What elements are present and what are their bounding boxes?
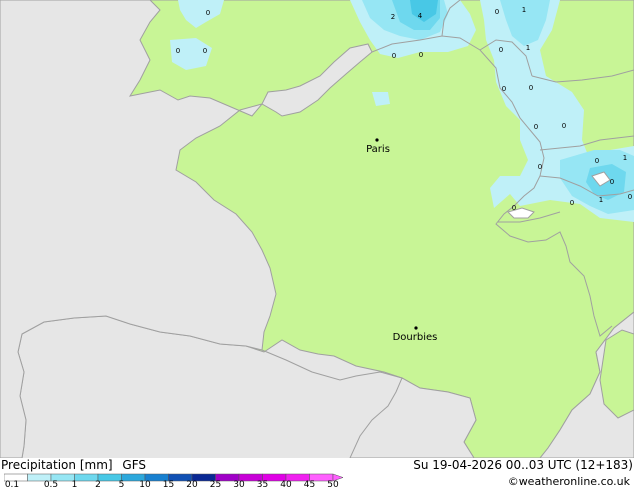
precip-value: 0 [628, 193, 632, 201]
legend-label: 0.1 [4, 480, 20, 490]
legend-label: 0.5 [43, 480, 59, 490]
legend-label: 10 [139, 480, 151, 490]
precip-value: 0 [610, 178, 614, 186]
city-label-dourbies: Dourbies [393, 332, 438, 343]
legend-label: 50 [327, 480, 339, 490]
model-name: GFS [122, 458, 146, 472]
precipitation-map: 0 2 4 0 1 0 0 0 0 0 1 0 0 0 0 0 0 1 0 0 … [0, 0, 634, 458]
legend-label: 25 [209, 480, 222, 490]
precip-value: 1 [522, 6, 526, 14]
precip-value: 0 [176, 47, 180, 55]
legend-label: 30 [233, 480, 245, 490]
legend-label: 35 [256, 480, 269, 490]
precip-value: 0 [534, 123, 538, 131]
precip-value: 0 [595, 157, 599, 165]
precip-value: 0 [499, 46, 503, 54]
legend-label: 45 [303, 480, 316, 490]
land-island [599, 329, 634, 419]
precip-value: 0 [562, 122, 566, 130]
map-title-text: Precipitation [mm] [1, 458, 113, 472]
precip-value: 0 [206, 9, 210, 17]
legend-label: 5 [118, 480, 125, 490]
precip-value: 2 [391, 13, 395, 21]
precip-value: 4 [418, 12, 423, 20]
precip-value: 1 [623, 154, 627, 162]
precip-value: 1 [526, 44, 530, 52]
legend-label: 20 [186, 480, 198, 490]
precip-value: 0 [529, 84, 533, 92]
credit-link[interactable]: ©weatheronline.co.uk [508, 475, 630, 488]
precip-value: 0 [419, 51, 423, 59]
legend-label: 40 [280, 480, 292, 490]
precip-value: 1 [599, 196, 603, 204]
precip-value: 0 [502, 85, 506, 93]
city-marker-paris [375, 138, 379, 142]
city-marker-dourbies [414, 326, 418, 330]
legend-label: 1 [71, 480, 78, 490]
precip-value: 0 [512, 204, 516, 212]
precip-value: 0 [392, 52, 396, 60]
precip-value: 0 [203, 47, 207, 55]
precip-value: 0 [538, 163, 542, 171]
legend-label: 15 [162, 480, 175, 490]
precip-value: 0 [495, 8, 499, 16]
map-title: Precipitation [mm] GFS [1, 459, 146, 472]
legend-label: 2 [95, 480, 101, 490]
city-label-paris: Paris [366, 144, 390, 155]
valid-datetime: Su 19-04-2026 00..03 UTC (12+183) [413, 458, 633, 472]
precip-value: 0 [570, 199, 574, 207]
